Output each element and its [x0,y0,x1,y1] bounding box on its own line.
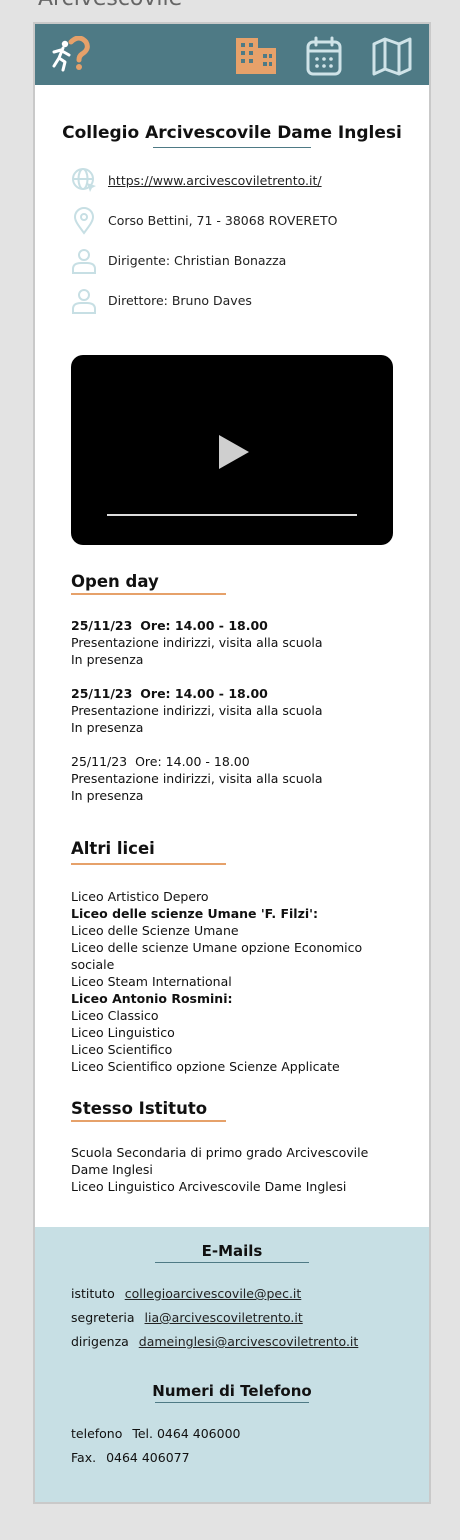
email-label: segreteria [71,1310,135,1325]
email-label: istituto [71,1286,115,1301]
app-frame: Collegio Arcivescovile Dame Inglesi http… [33,22,431,1504]
list-item: Liceo Steam International [71,974,232,989]
title-underline [153,147,311,148]
website-row: https://www.arcivescoviletrento.it/ [71,167,401,197]
open-day-event: 25/11/23 Ore: 14.00 - 18.00 Presentazion… [71,685,323,736]
phone-row: telefono Tel. 0464 406000 [71,1426,240,1441]
running-person-question-logo[interactable] [49,35,93,78]
person-icon [71,247,99,279]
event-mode: In presenza [71,652,144,667]
event-time: Ore: 14.00 - 18.00 [140,686,268,701]
emails-heading: E-Mails [201,1242,263,1260]
list-item: Liceo delle scienze Umane 'F. Filzi': [71,906,318,921]
event-date: 25/11/23 [71,754,128,769]
event-time: Ore: 14.00 - 18.00 [140,618,268,633]
phone-number[interactable]: 0464 406077 [106,1450,190,1465]
altri-licei-underline [71,863,226,865]
list-item: Liceo delle scienze Umane opzione Econom… [71,940,363,972]
event-mode: In presenza [71,788,144,803]
event-date: 25/11/23 [71,686,133,701]
event-date: 25/11/23 [71,618,133,633]
altri-licei-list: Liceo Artistico Depero Liceo delle scien… [71,888,371,1075]
stesso-istituto-heading: Stesso Istituto [71,1099,208,1118]
email-link[interactable]: collegioarcivescovile@pec.it [125,1286,302,1301]
list-item: Liceo Scientifico [71,1042,173,1057]
dirigente-row: Dirigente: Christian Bonazza [71,247,401,277]
event-description: Presentazione indirizzi, visita alla scu… [71,703,323,718]
email-row: istituto collegioarcivescovile@pec.it [71,1286,301,1301]
direttore-row: Direttore: Bruno Daves [71,287,401,317]
play-icon[interactable] [217,433,251,475]
email-link[interactable]: lia@arcivescoviletrento.it [145,1310,303,1325]
location-pin-icon [71,207,99,239]
dirigente-text: Dirigente: Christian Bonazza [108,253,287,268]
list-item: Liceo Antonio Rosmini: [71,991,233,1006]
top-nav-bar [35,24,429,85]
map-icon[interactable] [371,36,413,80]
event-time: Ore: 14.00 - 18.00 [135,754,250,769]
video-progress-bar[interactable] [107,514,357,516]
open-day-event: 25/11/23 Ore: 14.00 - 18.00 Presentazion… [71,753,323,804]
address-row: Corso Bettini, 71 - 38068 ROVERETO [71,207,401,237]
list-item: Liceo Linguistico Arcivescovile Dame Ing… [71,1179,347,1194]
event-description: Presentazione indirizzi, visita alla scu… [71,635,323,650]
school-title: Collegio Arcivescovile Dame Inglesi [62,123,402,143]
email-row: dirigenza dameinglesi@arcivescoviletrent… [71,1334,358,1349]
direttore-text: Direttore: Bruno Daves [108,293,252,308]
person-icon [71,287,99,319]
list-item: Liceo Linguistico [71,1025,175,1040]
event-mode: In presenza [71,720,144,735]
building-icon[interactable] [234,36,278,80]
list-item: Liceo delle Scienze Umane [71,923,239,938]
address-text: Corso Bettini, 71 - 38068 ROVERETO [108,213,338,228]
email-link[interactable]: dameinglesi@arcivescoviletrento.it [139,1334,359,1349]
event-description: Presentazione indirizzi, visita alla scu… [71,771,323,786]
list-item: Scuola Secondaria di primo grado Arcives… [71,1145,369,1177]
contacts-footer: E-Mails istituto collegioarcivescovile@p… [35,1227,429,1502]
open-day-underline [71,593,226,595]
video-player[interactable] [71,355,393,545]
emails-underline [155,1262,309,1263]
phone-row: Fax. 0464 406077 [71,1450,190,1465]
phones-underline [155,1402,309,1403]
page-label: Arcivescovile [38,0,182,11]
stesso-istituto-list: Scuola Secondaria di primo grado Arcives… [71,1144,371,1195]
website-link[interactable]: https://www.arcivescoviletrento.it/ [108,173,322,188]
stesso-istituto-underline [71,1120,226,1122]
list-item: Liceo Classico [71,1008,159,1023]
altri-licei-heading: Altri licei [71,839,155,858]
list-item: Liceo Artistico Depero [71,889,209,904]
phone-label: Fax. [71,1450,97,1465]
calendar-icon[interactable] [305,36,343,80]
email-label: dirigenza [71,1334,129,1349]
list-item: Liceo Scientifico opzione Scienze Applic… [71,1059,340,1074]
phone-label: telefono [71,1426,123,1441]
email-row: segreteria lia@arcivescoviletrento.it [71,1310,303,1325]
open-day-event: 25/11/23 Ore: 14.00 - 18.00 Presentazion… [71,617,323,668]
open-day-heading: Open day [71,572,159,591]
phone-number[interactable]: Tel. 0464 406000 [132,1426,240,1441]
phones-heading: Numeri di Telefono [152,1382,312,1400]
globe-icon [71,167,99,199]
